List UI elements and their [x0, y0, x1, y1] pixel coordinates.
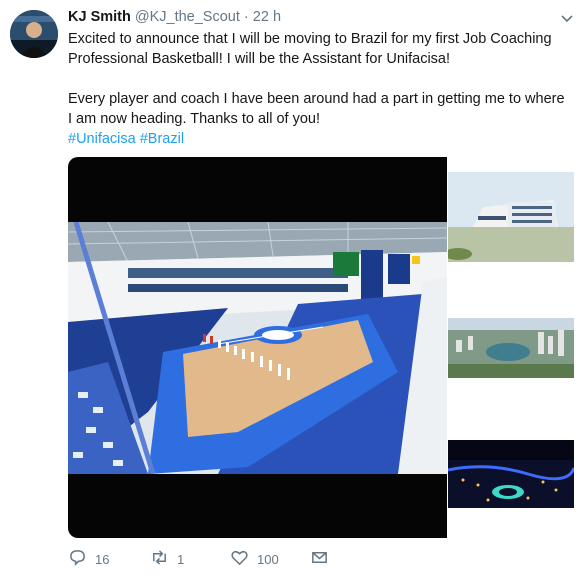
hashtag-links[interactable]: #Unifacisa #Brazil: [68, 129, 568, 149]
author-handle[interactable]: @KJ_the_Scout: [135, 9, 240, 25]
main-media-image[interactable]: [68, 157, 447, 538]
envelope-icon: [310, 548, 329, 570]
thumbnail-building[interactable]: [448, 172, 574, 262]
avatar[interactable]: [10, 10, 58, 58]
heart-icon: [230, 548, 249, 570]
separator-dot: ·: [243, 9, 249, 25]
retweet-button[interactable]: 1: [150, 548, 184, 570]
thumbnail-city-lake[interactable]: [448, 318, 574, 378]
like-count: 100: [257, 551, 279, 567]
reply-button[interactable]: 16: [68, 548, 109, 570]
tweet-header: KJ Smith @KJ_the_Scout · 22 h: [68, 9, 281, 25]
like-button[interactable]: 100: [230, 548, 279, 570]
tweet-card[interactable]: KJ Smith @KJ_the_Scout · 22 h Excited to…: [0, 0, 584, 578]
tweet-paragraph-1: Excited to announce that I will be movin…: [68, 31, 552, 67]
tweet-paragraph-2: Every player and coach I have been aroun…: [68, 91, 565, 127]
direct-message-button[interactable]: [310, 548, 329, 570]
reply-count: 16: [95, 551, 110, 567]
author-name[interactable]: KJ Smith: [68, 9, 131, 25]
tweet-text: Excited to announce that I will be movin…: [68, 29, 568, 149]
retweet-icon: [150, 548, 169, 570]
thumbnail-night-city[interactable]: [448, 440, 574, 508]
retweet-count: 1: [177, 551, 185, 567]
tweet-actions: 16 1 100: [68, 548, 568, 572]
chevron-down-icon[interactable]: [560, 12, 574, 26]
tweet-timestamp[interactable]: 22 h: [253, 9, 281, 25]
reply-icon: [68, 548, 87, 570]
arena-photo: [68, 222, 447, 474]
